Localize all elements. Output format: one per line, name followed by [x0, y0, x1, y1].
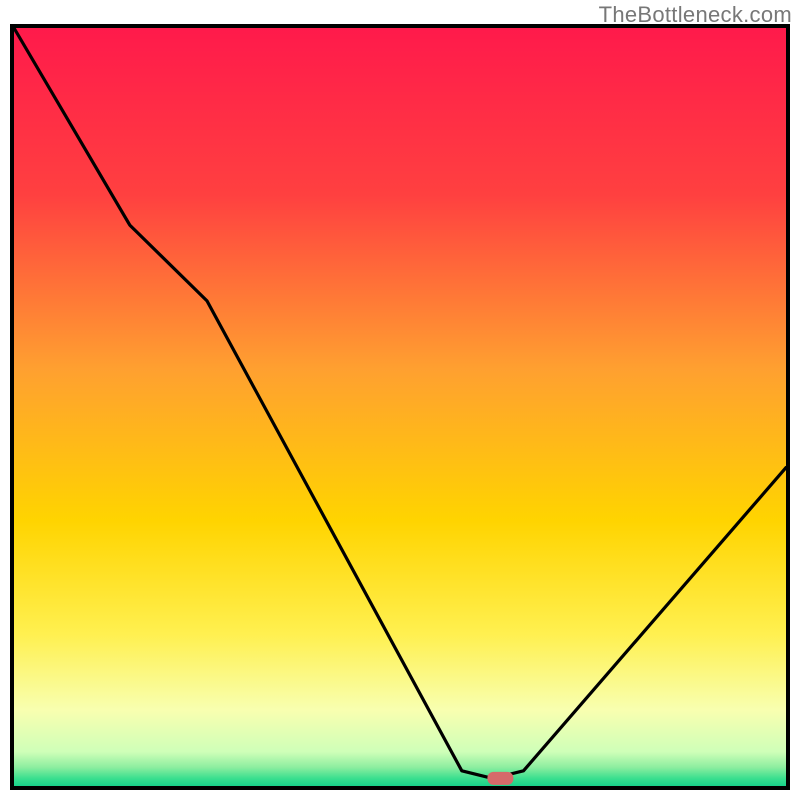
plot-area — [12, 26, 788, 788]
watermark-text: TheBottleneck.com — [599, 2, 792, 28]
gradient-background — [14, 28, 786, 786]
chart-frame: TheBottleneck.com — [0, 0, 800, 800]
bottleneck-chart — [0, 0, 800, 800]
optimum-marker — [487, 772, 513, 785]
